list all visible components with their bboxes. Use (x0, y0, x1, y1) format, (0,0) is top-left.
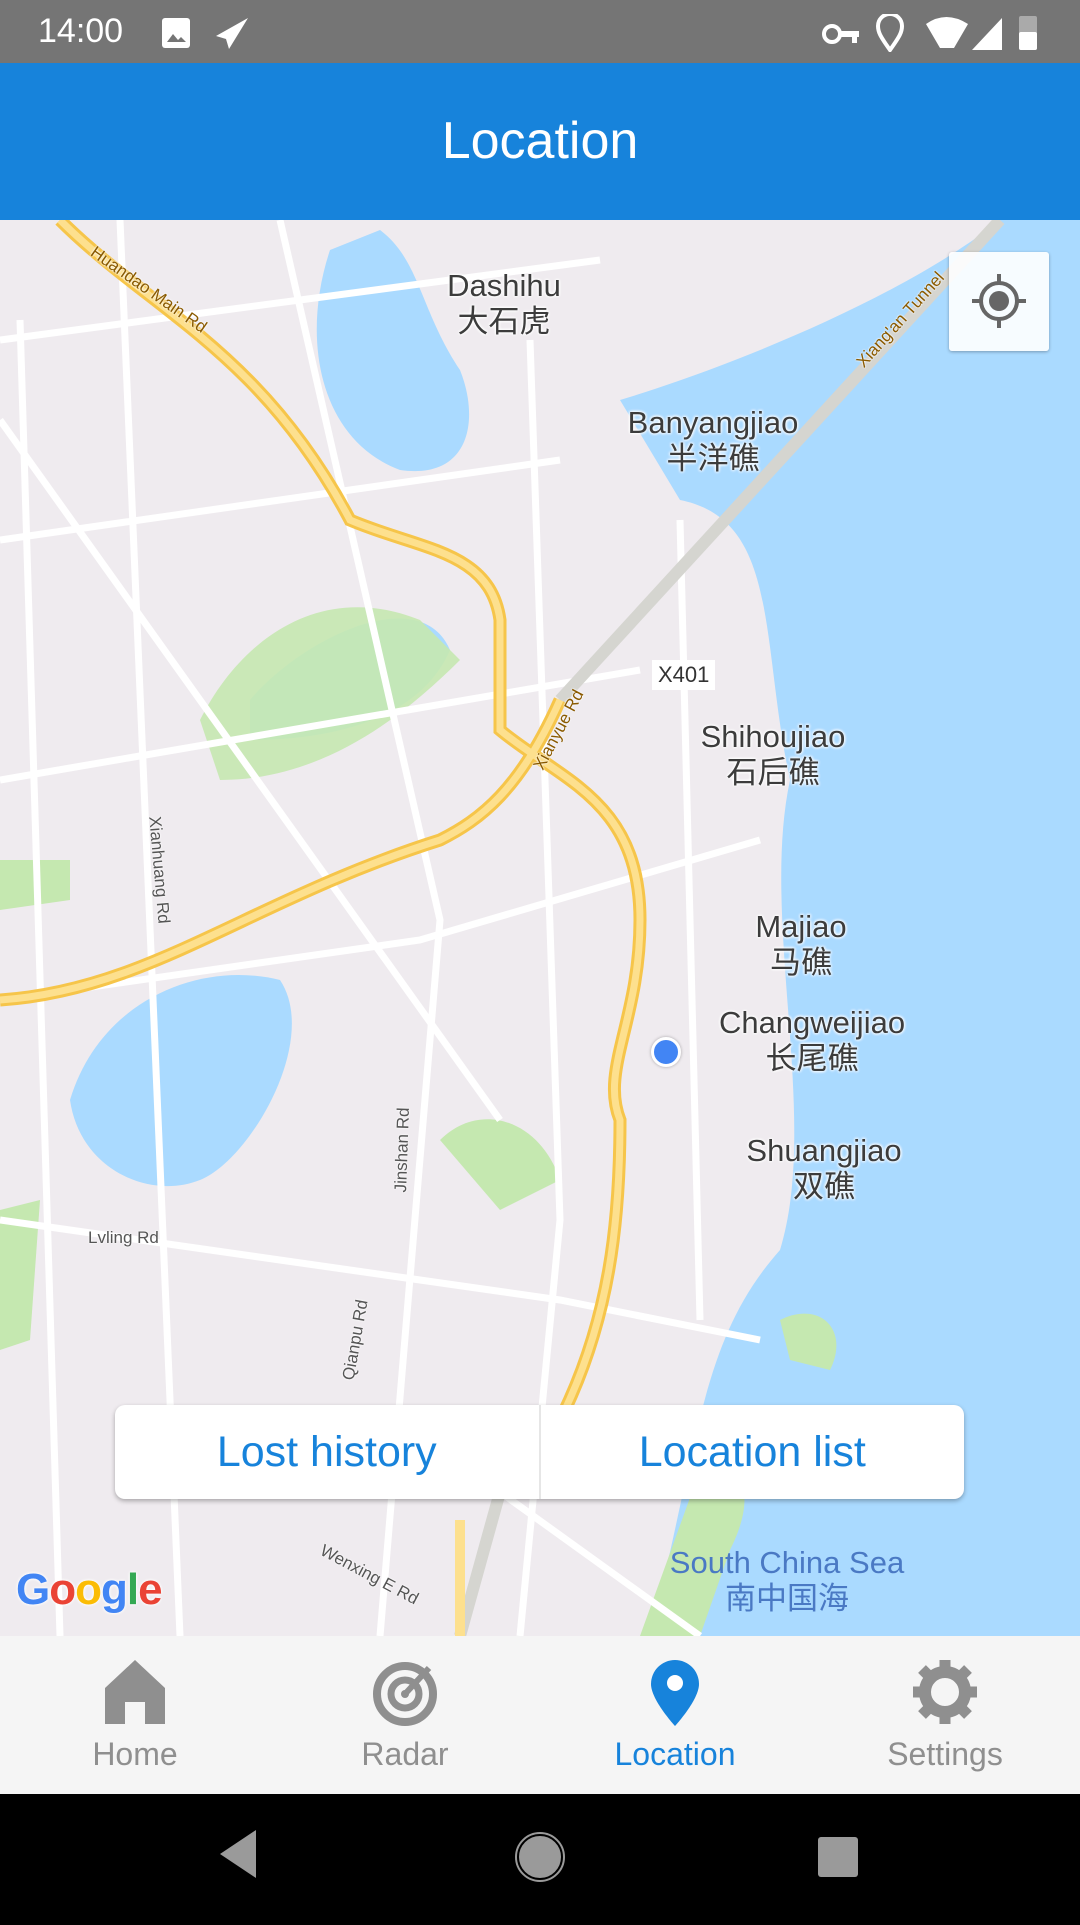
place-label: Shuangjiao 双礁 (746, 1133, 902, 1204)
notification-icons (162, 18, 248, 49)
route-shield: X401 (652, 660, 716, 690)
my-location-dot (651, 1037, 681, 1067)
lake (70, 975, 292, 1187)
tab-radar[interactable]: Radar (270, 1636, 540, 1794)
tab-location[interactable]: Location (540, 1636, 810, 1794)
place-label: Dashihu 大石虎 (447, 268, 561, 339)
system-navigation-bar (0, 1794, 1080, 1920)
battery-icon (1019, 16, 1037, 50)
home-button[interactable] (515, 1832, 565, 1882)
tab-label: Location (614, 1736, 736, 1772)
send-icon (216, 18, 248, 49)
wifi-off-icon (926, 17, 968, 48)
place-label: Majiao 马礁 (755, 909, 847, 980)
status-bar: 14:00 (0, 0, 1080, 63)
status-time: 14:00 (38, 12, 124, 50)
recents-button[interactable] (818, 1837, 858, 1877)
lost-history-button[interactable]: Lost history (115, 1405, 541, 1499)
gear-icon (913, 1660, 977, 1724)
road-label: Jinshan Rd (391, 1107, 414, 1193)
bottom-navigation: Home Radar Location Settings (0, 1636, 1080, 1794)
location-pin-icon (651, 1660, 699, 1726)
signal-icon (972, 18, 1002, 50)
crosshair-icon (972, 274, 1026, 328)
map-view[interactable]: Dashihu 大石虎 Banyangjiao 半洋礁 Shihoujiao 石后礁 … (0, 220, 1080, 1636)
place-label: Shihoujiao 石后礁 (700, 719, 846, 790)
tab-label: Home (92, 1736, 178, 1772)
app-bar: Location (0, 63, 1080, 220)
my-location-button[interactable] (949, 252, 1049, 351)
tab-label: Settings (887, 1736, 1003, 1772)
tab-settings[interactable]: Settings (810, 1636, 1080, 1794)
system-status-icons (822, 14, 1037, 52)
radar-icon (373, 1662, 437, 1726)
location-list-button[interactable]: Location list (541, 1405, 965, 1499)
tab-home[interactable]: Home (0, 1636, 270, 1794)
tab-label: Radar (361, 1736, 449, 1772)
sea-label: South China Sea 南中国海 (669, 1545, 905, 1616)
place-label: Banyangjiao 半洋礁 (627, 405, 799, 476)
road-label: Lvling Rd (88, 1228, 159, 1247)
location-pin-icon (875, 14, 905, 52)
page-title: Location (441, 112, 639, 170)
map-action-bar: Lost history Location list (115, 1405, 964, 1499)
vpn-key-icon (822, 24, 859, 44)
back-button[interactable] (220, 1830, 256, 1878)
home-icon (105, 1660, 165, 1724)
place-label: Changweijiao 长尾礁 (718, 1005, 906, 1076)
google-logo: Google (16, 1565, 163, 1614)
lake (316, 230, 470, 472)
image-icon (162, 18, 190, 48)
